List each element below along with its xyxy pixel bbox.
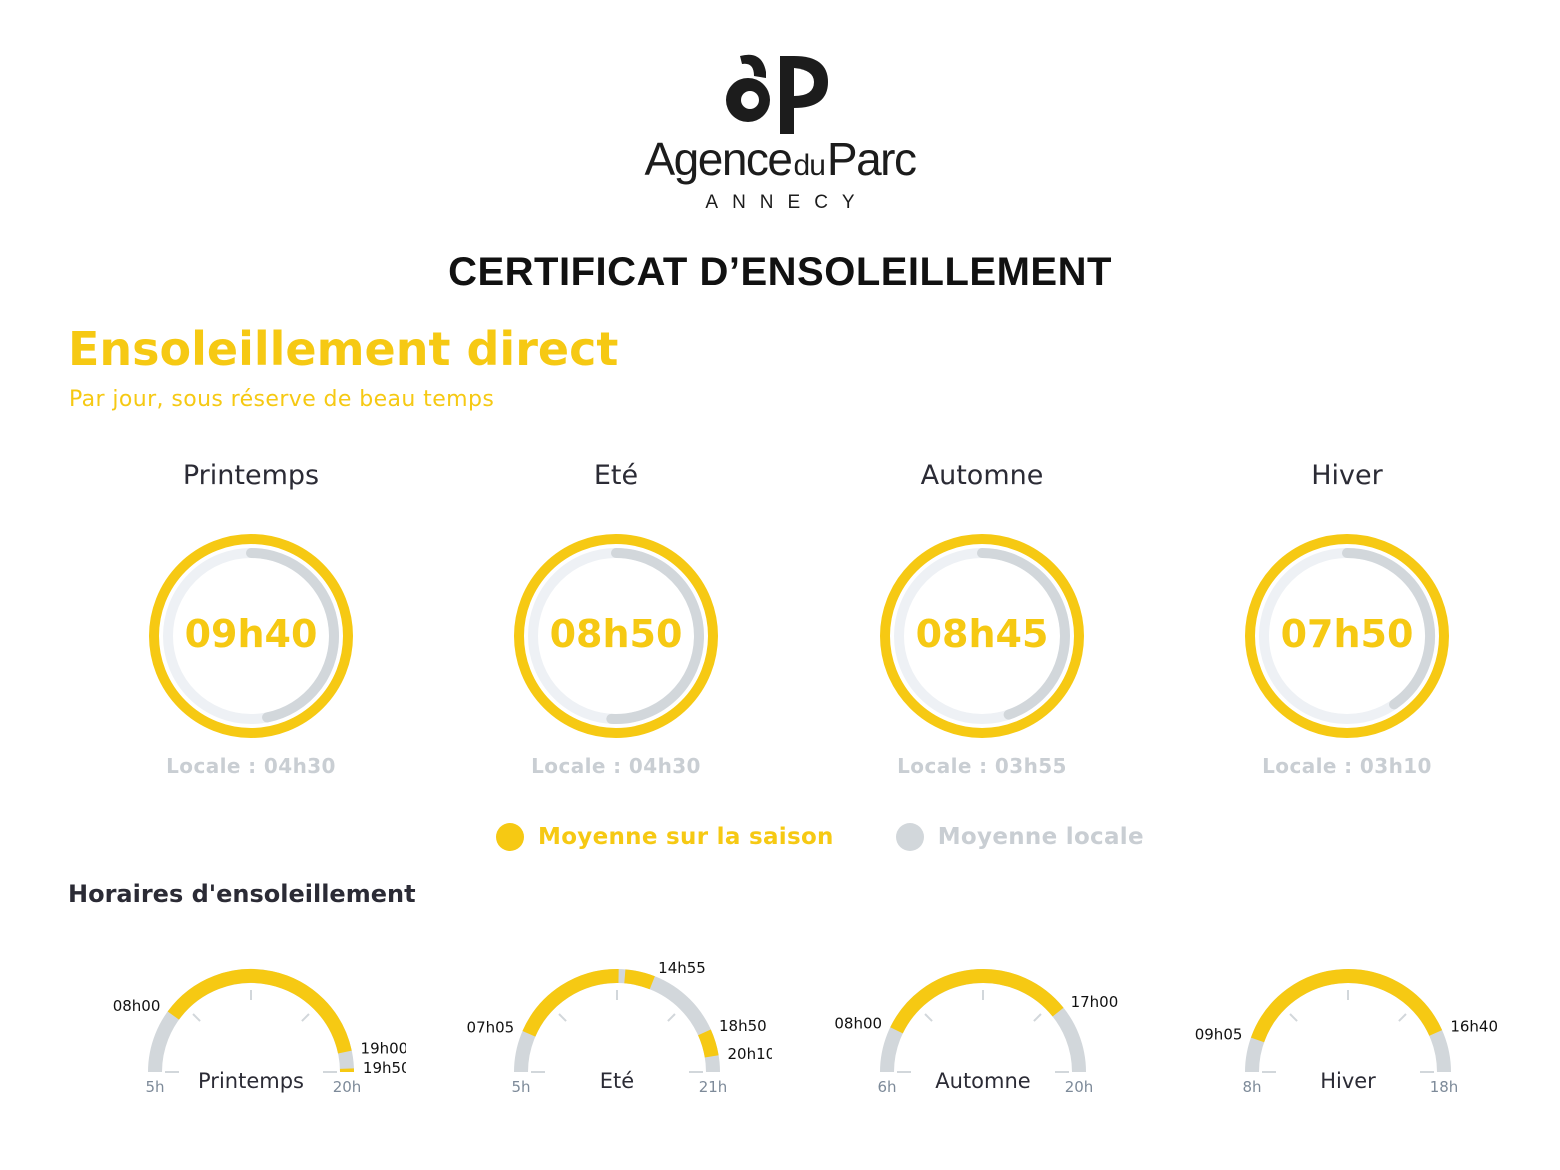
gauge-time-label: 17h00 xyxy=(1071,993,1119,1011)
legend: Moyenne sur la saison Moyenne locale xyxy=(496,820,1206,854)
season-ring-ete: Eté 08h50 Locale : 04h30 xyxy=(436,460,796,778)
legend-item-local: Moyenne locale xyxy=(895,823,1144,851)
gauge-automne: 6h 20h Automne 08h00 17h00 xyxy=(834,969,1119,1096)
gauge-max-label: 18h xyxy=(1430,1078,1459,1096)
gauge-max-label: 20h xyxy=(333,1078,362,1096)
monogram-icon xyxy=(726,54,828,134)
gauge-max-label: 21h xyxy=(699,1078,728,1096)
section-subtitle: Par jour, sous réserve de beau temps xyxy=(69,387,495,412)
season-name: Eté xyxy=(593,460,639,491)
gauge-ete: 5h 21h Eté 07h05 14h55 18h50 20h10 xyxy=(467,959,772,1096)
brand-city: ANNECY xyxy=(705,192,869,213)
gauge-hiver: 8h 18h Hiver 09h05 16h40 xyxy=(1195,969,1498,1096)
gauge-time-label: 14h55 xyxy=(658,959,706,977)
gauge-tick xyxy=(924,1013,933,1022)
gauge-min-label: 6h xyxy=(877,1078,896,1096)
gauge-time-label: 20h10 xyxy=(728,1045,772,1063)
season-average-value: 08h50 xyxy=(549,612,683,656)
gauge-printemps: 5h 20h Printemps 08h00 19h0019h50 xyxy=(113,969,406,1096)
ring-chart: 09h40 xyxy=(71,534,431,754)
gauge-min-label: 5h xyxy=(145,1078,164,1096)
brand-name-part3: Parc xyxy=(826,133,917,185)
brand-logo: AgenceduParc ANNECY xyxy=(0,48,1560,214)
gauge-tick xyxy=(1033,1013,1042,1022)
brand-name: AgenceduParc xyxy=(0,136,1560,182)
local-average-label: Locale : 04h30 xyxy=(531,754,701,778)
brand-name-part1: Agence xyxy=(644,133,794,185)
season-name: Hiver xyxy=(1311,460,1383,491)
gauge-time-label: 08h00 xyxy=(834,1014,882,1032)
gauge-max-label: 20h xyxy=(1065,1078,1094,1096)
season-ring-automne: Automne 08h45 Locale : 03h55 xyxy=(802,460,1162,778)
gauge-season-name: Eté xyxy=(600,1069,634,1093)
season-ring-hiver: Hiver 07h50 Locale : 03h10 xyxy=(1167,460,1527,778)
gauge-tick xyxy=(1289,1013,1298,1022)
ring-chart: 08h50 xyxy=(436,534,796,754)
legend-dot-season xyxy=(496,823,524,851)
gauge-season-name: Automne xyxy=(935,1069,1030,1093)
gauge-time-label: 19h50 xyxy=(363,1059,406,1077)
sunshine-segment xyxy=(890,969,1064,1034)
local-average-label: Locale : 04h30 xyxy=(166,754,336,778)
legend-item-season: Moyenne sur la saison xyxy=(496,823,834,851)
gauge-time-label: 16h40 xyxy=(1450,1017,1498,1035)
season-name: Printemps xyxy=(182,460,320,491)
brand-name-part2: du xyxy=(793,149,826,182)
gauge-season-name: Hiver xyxy=(1320,1069,1376,1093)
sunshine-segment xyxy=(697,1029,719,1058)
local-average-label: Locale : 03h55 xyxy=(897,754,1067,778)
season-name: Automne xyxy=(920,460,1044,491)
hours-title: Horaires d'ensoleillement xyxy=(68,880,416,908)
gauge-time-label: 18h50 xyxy=(719,1017,767,1035)
legend-dot-local xyxy=(895,823,924,851)
ring-chart: 07h50 xyxy=(1167,534,1527,754)
ring-chart: 08h45 xyxy=(802,534,1162,754)
gauge-time-label: 07h05 xyxy=(467,1018,515,1036)
sunshine-segment xyxy=(522,969,619,1037)
gauge-tick xyxy=(558,1013,567,1022)
gauge-tick xyxy=(1398,1013,1407,1022)
gauge-tick xyxy=(192,1013,201,1022)
sunshine-segment xyxy=(624,969,655,990)
page-title: CERTIFICAT D’ENSOLEILLEMENT xyxy=(448,250,1112,294)
gauge-tick xyxy=(667,1013,676,1022)
sunshine-segment xyxy=(167,969,352,1054)
season-average-value: 08h45 xyxy=(915,612,1049,656)
gauge-tick xyxy=(301,1013,310,1022)
gauge-min-label: 5h xyxy=(511,1078,530,1096)
gauge-time-label: 09h05 xyxy=(1195,1026,1243,1044)
gauge-time-label: 08h00 xyxy=(113,997,161,1015)
gauge-season-name: Printemps xyxy=(198,1069,304,1093)
sunshine-segment xyxy=(1250,969,1443,1043)
gauge-min-label: 8h xyxy=(1242,1078,1261,1096)
legend-label-season: Moyenne sur la saison xyxy=(538,824,834,850)
season-average-value: 07h50 xyxy=(1280,612,1414,656)
legend-label-local: Moyenne locale xyxy=(937,824,1144,850)
season-ring-printemps: Printemps 09h40 Locale : 04h30 xyxy=(71,460,431,778)
local-average-label: Locale : 03h10 xyxy=(1262,754,1432,778)
gauge-time-label: 19h00 xyxy=(361,1040,406,1058)
season-average-value: 09h40 xyxy=(184,612,318,656)
section-title: Ensoleillement direct xyxy=(68,322,619,376)
sun-hours-gauges: 5h 20h Printemps 08h00 19h00 19h50 5h 21h Eté 07… xyxy=(0,940,1560,1140)
